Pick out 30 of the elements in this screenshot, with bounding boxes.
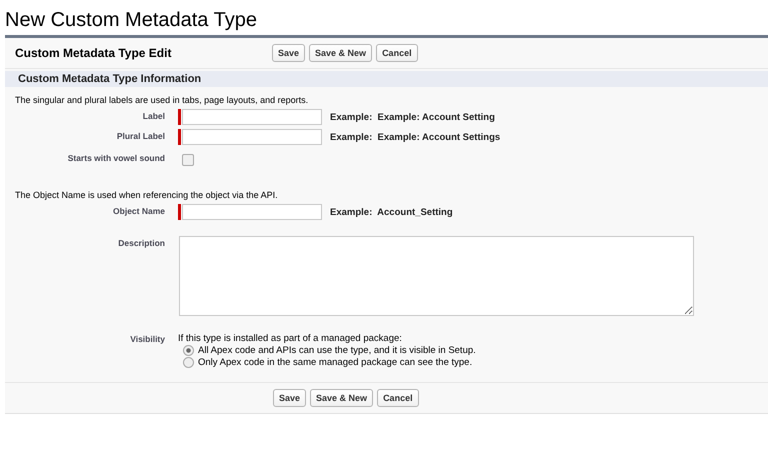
visibility-question: If this type is installed as part of a managed package: bbox=[178, 333, 403, 344]
form-button[interactable]: Save bbox=[272, 44, 306, 62]
field-label: Description bbox=[117, 237, 165, 248]
text-field[interactable] bbox=[182, 204, 322, 220]
field-label: Visibility bbox=[129, 333, 165, 344]
form-button[interactable]: Save & New bbox=[309, 44, 372, 62]
section-header: Custom Metadata Type Information bbox=[5, 71, 768, 87]
panel-title: Custom Metadata Type Edit bbox=[15, 46, 172, 60]
radio-label: All Apex code and APIs can use the type, and it is visible in Setup. bbox=[198, 345, 476, 356]
intro-text: The Object Name is used when referencing the object via the API. bbox=[14, 189, 279, 200]
form-button[interactable]: Save & New bbox=[310, 389, 374, 407]
field-label: Starts with vowel sound bbox=[66, 152, 165, 163]
text-field[interactable] bbox=[182, 129, 322, 145]
intro-text: The singular and plural labels are used in tabs, page layouts, and reports. bbox=[14, 94, 310, 105]
field-label: Label bbox=[142, 110, 165, 121]
radio-label: Only Apex code in the same managed package can see the type. bbox=[198, 357, 472, 368]
field-label: Plural Label bbox=[116, 130, 165, 141]
text-field[interactable] bbox=[182, 109, 322, 125]
form-button[interactable]: Save bbox=[273, 389, 306, 407]
form-button[interactable]: Cancel bbox=[377, 389, 419, 407]
radio-button[interactable] bbox=[183, 345, 194, 356]
checkbox[interactable] bbox=[182, 154, 194, 166]
form-button[interactable]: Cancel bbox=[376, 44, 418, 62]
description-field[interactable] bbox=[179, 236, 694, 316]
example-hint: Example: Example: Account Settings bbox=[330, 132, 500, 142]
example-hint: Example: Example: Account Setting bbox=[330, 112, 495, 122]
example-hint: Example: Account_Setting bbox=[330, 206, 453, 218]
radio-button[interactable] bbox=[183, 357, 194, 368]
field-label: Object Name bbox=[112, 205, 165, 216]
page-title: New Custom Metadata Type bbox=[4, 8, 258, 33]
